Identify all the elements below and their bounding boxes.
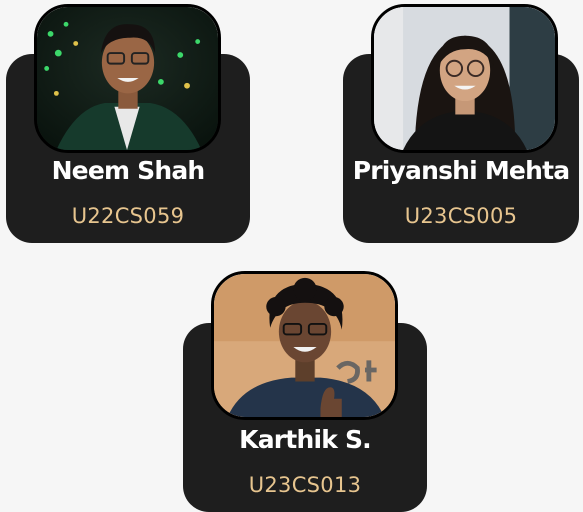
- member-photo: [211, 271, 398, 420]
- member-name: Karthik S.: [239, 425, 372, 454]
- team-grid: Neem Shah U22CS059 Priyanshi Mehta U23CS…: [0, 0, 583, 512]
- member-photo: [371, 4, 558, 153]
- member-id: U23CS013: [248, 473, 362, 497]
- member-name: Neem Shah: [51, 156, 206, 185]
- member-id: U23CS005: [404, 204, 518, 228]
- member-id: U22CS059: [71, 204, 185, 228]
- member-name: Priyanshi Mehta: [352, 156, 570, 185]
- member-photo: [34, 4, 221, 153]
